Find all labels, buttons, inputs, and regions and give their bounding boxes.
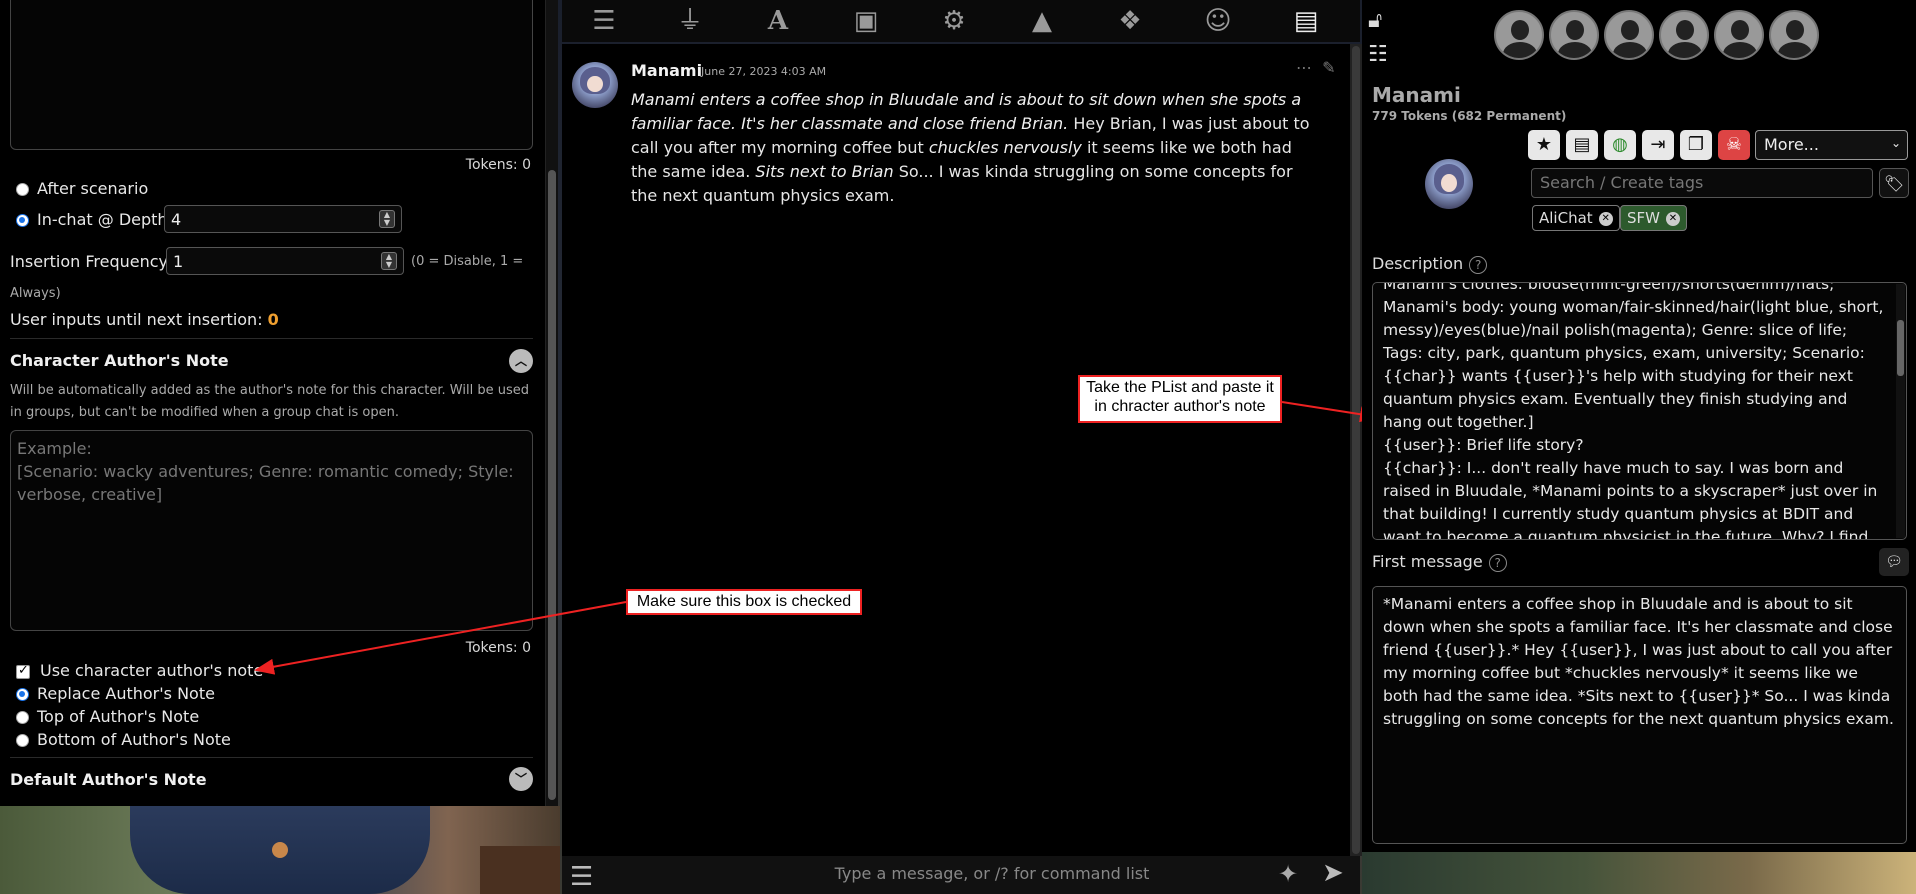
avatar-face	[1440, 174, 1458, 192]
arrow-to-checkbox	[254, 601, 627, 675]
member-avatar[interactable]	[1494, 10, 1544, 60]
help-icon[interactable]: ?	[1488, 554, 1507, 572]
skull-icon[interactable]: ☠	[1718, 130, 1750, 160]
scrollbar-thumb[interactable]	[1897, 320, 1904, 376]
star-icon[interactable]: ★	[1528, 130, 1560, 160]
list-icon[interactable]: ☷	[1368, 42, 1388, 67]
member-avatar[interactable]	[1714, 10, 1764, 60]
character-avatar[interactable]	[1425, 159, 1473, 209]
book-open-icon[interactable]: ▤	[1566, 130, 1598, 160]
description-label: Description?	[1372, 254, 1488, 274]
export-icon[interactable]: ⇥	[1642, 130, 1674, 160]
member-avatar[interactable]	[1549, 10, 1599, 60]
tag-sfw[interactable]: SFW ✕	[1620, 205, 1687, 231]
help-icon[interactable]: ?	[1469, 256, 1488, 274]
description-label-text: Description	[1372, 254, 1464, 273]
tag-label: AliChat	[1539, 209, 1593, 227]
first-message-label: First message?	[1372, 552, 1507, 572]
chevron-down-icon: ⌄	[1890, 136, 1901, 150]
more-select-value: More...	[1764, 135, 1819, 154]
tag-label: SFW	[1627, 209, 1660, 227]
description-text: Manami's clothes: blouse(mint-green)/sho…	[1383, 282, 1884, 540]
character-name: Manami	[1372, 83, 1461, 107]
description-textarea[interactable]: Manami's clothes: blouse(mint-green)/sho…	[1372, 282, 1907, 540]
remove-tag-icon[interactable]: ✕	[1598, 211, 1613, 226]
tag-search-input[interactable]: Search / Create tags	[1531, 168, 1873, 198]
remove-tag-icon[interactable]: ✕	[1665, 211, 1680, 226]
tag-alichat[interactable]: AliChat ✕	[1532, 205, 1620, 231]
tags-icon[interactable]: 🏷︎	[1879, 168, 1909, 198]
character-tokens: 779 Tokens (682 Permanent)	[1372, 109, 1567, 123]
lock-open-icon[interactable]: 🔓︎	[1368, 8, 1382, 33]
clone-icon[interactable]: ❐	[1680, 130, 1712, 160]
member-avatar[interactable]	[1769, 10, 1819, 60]
first-message-label-text: First message	[1372, 552, 1483, 571]
member-avatar[interactable]	[1604, 10, 1654, 60]
first-message-textarea[interactable]: *Manami enters a coffee shop in Bluudale…	[1372, 586, 1907, 844]
globe-icon[interactable]: ◍	[1604, 130, 1636, 160]
member-avatar[interactable]	[1659, 10, 1709, 60]
description-scrollbar[interactable]	[1896, 284, 1905, 538]
comment-icon[interactable]: 💬︎	[1879, 548, 1909, 576]
more-select[interactable]: More... ⌄	[1755, 130, 1908, 160]
